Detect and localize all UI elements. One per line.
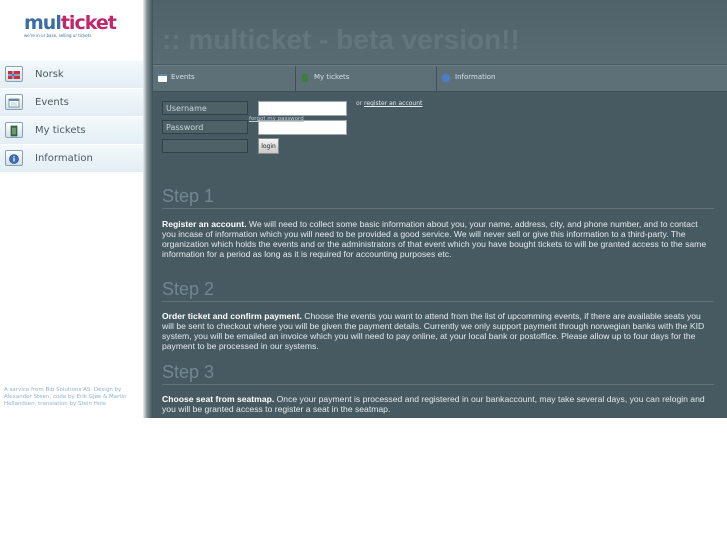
step-3-heading: Step 3 [162,362,714,385]
step-2-lead: Order ticket and confirm payment. [162,311,302,321]
logo-wordmark-accent: ticket [60,12,117,34]
tab-information[interactable]: Information [437,66,727,91]
login-spacer-field [162,139,248,153]
step-1-text: Register an account. We will need to col… [162,219,713,259]
login-button[interactable]: login [258,138,279,154]
norway-flag-icon [5,66,23,82]
calendar-icon [158,74,167,82]
credits-text: A service from Bib Solutions AS. Design … [4,387,127,407]
logo-tagline: we're in ur base, selling ur tickets [24,33,92,38]
multicket-logo[interactable]: multicket we're in ur base, selling ur t… [20,12,120,42]
sidebar-item-label: Norsk [35,69,64,80]
register-account-link[interactable]: register an account [364,100,422,107]
tab-my-tickets[interactable]: My tickets [296,66,437,91]
sidebar-item-norsk[interactable]: Norsk [0,61,143,89]
tab-label: Information [455,73,496,81]
step-1-heading: Step 1 [162,186,714,209]
step-2-text: Order ticket and confirm payment. Choose… [162,311,713,351]
register-prompt: or register an account [356,100,422,107]
sidebar-divider [143,0,153,418]
main-content: :: multicket - beta version!! Events My … [153,0,727,418]
username-input[interactable] [258,101,347,116]
ticket-icon [302,74,308,82]
username-label: Username [162,101,248,115]
step-1-lead: Register an account. [162,219,247,229]
info-icon [5,150,23,166]
tab-events[interactable]: Events [153,66,296,91]
tab-label: Events [171,73,195,81]
sidebar-nav: Norsk Events My tickets Information [0,61,143,173]
sidebar-item-my-tickets[interactable]: My tickets [0,117,143,145]
page-title: :: multicket - beta version!! [162,24,520,55]
step-3-text: Choose seat from seatmap. Once your paym… [162,394,713,414]
calendar-icon [5,94,23,110]
sidebar-item-label: Events [35,97,69,108]
sidebar: multicket we're in ur base, selling ur t… [0,0,143,418]
step-3-lead: Choose seat from seatmap. [162,394,275,404]
ticket-icon [5,122,23,138]
header-banner: :: multicket - beta version!! [153,0,727,64]
tab-label: My tickets [314,73,350,81]
logo-wordmark: multicket [24,12,117,34]
step-2-heading: Step 2 [162,279,714,302]
info-icon [442,74,450,82]
or-text: or [356,100,365,107]
password-label: Password [162,120,248,134]
password-input[interactable] [258,120,347,135]
sidebar-item-label: Information [35,153,93,164]
logo-wordmark-main: mul [24,12,62,34]
sidebar-item-events[interactable]: Events [0,89,143,117]
forgot-password-link[interactable]: forgot my password [249,116,304,122]
sidebar-item-label: My tickets [35,125,86,136]
tab-bar: Events My tickets Information [153,65,727,92]
sidebar-item-information[interactable]: Information [0,145,143,173]
